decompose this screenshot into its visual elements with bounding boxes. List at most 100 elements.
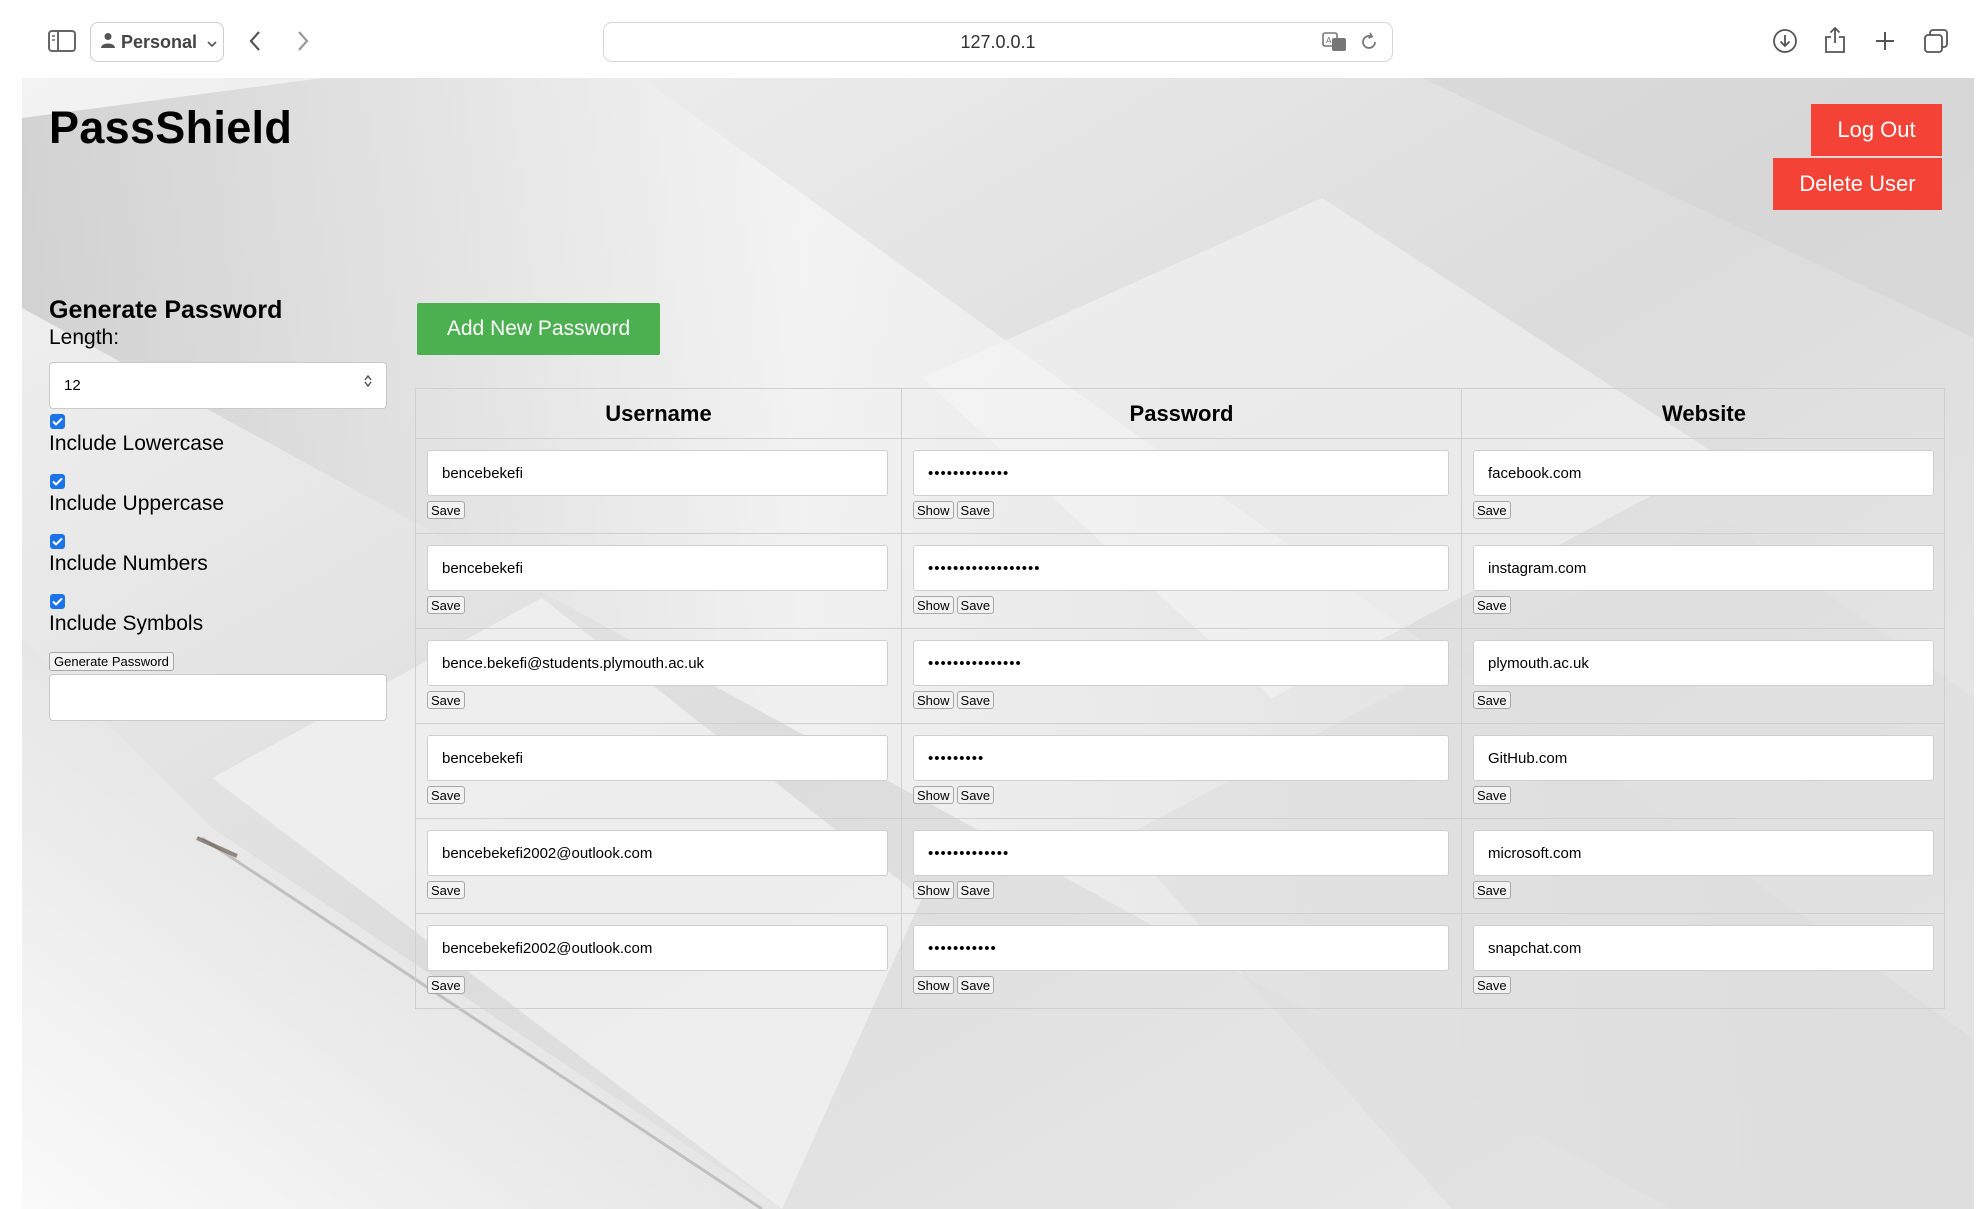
save-username-button[interactable]: Save	[427, 501, 465, 519]
website-input[interactable]: facebook.com	[1473, 450, 1934, 496]
password-input[interactable]: •••••••••••••	[913, 450, 1449, 496]
length-label: Length:	[49, 326, 120, 349]
length-input[interactable]: 12	[49, 362, 387, 409]
new-tab-icon[interactable]	[1870, 26, 1900, 56]
show-password-button[interactable]: Show	[913, 691, 954, 709]
password-table: Username Password Website bencebekefi Sa…	[415, 388, 1945, 1009]
checkbox-symbols[interactable]	[50, 594, 65, 609]
password-input[interactable]: •••••••••••••••	[913, 640, 1449, 686]
table-row: bencebekefi Save ••••••••• Show Save Git…	[416, 723, 1944, 818]
website-input[interactable]: snapchat.com	[1473, 925, 1934, 971]
header-username: Username	[605, 400, 712, 426]
show-password-button[interactable]: Show	[913, 596, 954, 614]
page-viewport: PassShield Log Out Delete User Generate …	[22, 78, 1974, 1209]
password-cell: ••••••••••••• Show Save	[901, 439, 1461, 533]
sidebar-toggle-icon[interactable]	[44, 26, 80, 56]
website-cell: snapchat.com Save	[1461, 914, 1946, 1008]
checkbox-uppercase[interactable]	[50, 474, 65, 489]
back-arrow-icon[interactable]	[240, 26, 270, 56]
table-row: bencebekefi2002@outlook.com Save •••••••…	[416, 913, 1944, 1008]
save-website-button[interactable]: Save	[1473, 691, 1511, 709]
username-cell: bencebekefi Save	[416, 534, 901, 628]
browser-toolbar: Personal 127.0.0.1 A	[0, 0, 1986, 78]
website-input[interactable]: microsoft.com	[1473, 830, 1934, 876]
save-password-button[interactable]: Save	[956, 596, 995, 614]
save-password-button[interactable]: Save	[956, 976, 995, 994]
forward-arrow-icon[interactable]	[288, 26, 318, 56]
app-title: PassShield	[49, 102, 293, 153]
save-password-button[interactable]: Save	[956, 691, 995, 709]
username-cell: bencebekefi Save	[416, 724, 901, 818]
username-input[interactable]: bencebekefi2002@outlook.com	[427, 925, 888, 971]
username-input[interactable]: bencebekefi	[427, 545, 888, 591]
tab-overview-icon[interactable]	[1920, 26, 1952, 56]
translate-icon[interactable]: A	[1322, 29, 1348, 55]
save-username-button[interactable]: Save	[427, 786, 465, 804]
generator-title: Generate Password	[49, 296, 283, 324]
save-website-button[interactable]: Save	[1473, 596, 1511, 614]
reload-icon[interactable]	[1356, 29, 1382, 55]
save-username-button[interactable]: Save	[427, 691, 465, 709]
generated-password-output[interactable]	[49, 674, 387, 721]
save-website-button[interactable]: Save	[1473, 976, 1511, 994]
table-row: bencebekefi2002@outlook.com Save •••••••…	[416, 818, 1944, 913]
website-cell: GitHub.com Save	[1461, 724, 1946, 818]
save-username-button[interactable]: Save	[427, 596, 465, 614]
username-cell: bencebekefi Save	[416, 439, 901, 533]
password-cell: ••••••••••••••• Show Save	[901, 629, 1461, 723]
username-cell: bencebekefi2002@outlook.com Save	[416, 914, 901, 1008]
checkbox-numbers[interactable]	[50, 534, 65, 549]
username-input[interactable]: bencebekefi	[427, 450, 888, 496]
profile-label: Personal	[121, 31, 198, 52]
length-stepper-icon[interactable]	[364, 375, 372, 387]
website-cell: microsoft.com Save	[1461, 819, 1946, 913]
username-input[interactable]: bencebekefi	[427, 735, 888, 781]
download-icon[interactable]	[1770, 26, 1800, 56]
show-password-button[interactable]: Show	[913, 976, 954, 994]
password-cell: ••••••••• Show Save	[901, 724, 1461, 818]
option-label: Include Symbols	[49, 612, 204, 635]
show-password-button[interactable]: Show	[913, 881, 954, 899]
website-input[interactable]: instagram.com	[1473, 545, 1934, 591]
save-website-button[interactable]: Save	[1473, 501, 1511, 519]
address-bar[interactable]: 127.0.0.1 A	[603, 22, 1393, 62]
password-input[interactable]: •••••••••••	[913, 925, 1449, 971]
website-cell: plymouth.ac.uk Save	[1461, 629, 1946, 723]
generate-password-button[interactable]: Generate Password	[49, 652, 174, 671]
save-password-button[interactable]: Save	[956, 501, 995, 519]
logout-button[interactable]: Log Out	[1811, 104, 1942, 156]
person-icon	[101, 32, 115, 53]
table-row: bencebekefi Save •••••••••••••••••• Show…	[416, 533, 1944, 628]
save-website-button[interactable]: Save	[1473, 786, 1511, 804]
delete-user-button[interactable]: Delete User	[1773, 158, 1942, 210]
password-input[interactable]: •••••••••	[913, 735, 1449, 781]
option-label: Include Lowercase	[49, 432, 225, 455]
table-header: Username Password Website	[416, 389, 1944, 438]
table-row: bence.bekefi@students.plymouth.ac.uk Sav…	[416, 628, 1944, 723]
website-cell: instagram.com Save	[1461, 534, 1946, 628]
option-label: Include Numbers	[49, 552, 208, 575]
website-input[interactable]: plymouth.ac.uk	[1473, 640, 1934, 686]
save-username-button[interactable]: Save	[427, 976, 465, 994]
share-icon[interactable]	[1820, 24, 1850, 56]
website-cell: facebook.com Save	[1461, 439, 1946, 533]
password-input[interactable]: ••••••••••••••••••	[913, 545, 1449, 591]
username-input[interactable]: bencebekefi2002@outlook.com	[427, 830, 888, 876]
username-cell: bence.bekefi@students.plymouth.ac.uk Sav…	[416, 629, 901, 723]
show-password-button[interactable]: Show	[913, 786, 954, 804]
website-input[interactable]: GitHub.com	[1473, 735, 1934, 781]
save-username-button[interactable]: Save	[427, 881, 465, 899]
url-text: 127.0.0.1	[960, 31, 1036, 52]
length-value: 12	[64, 377, 81, 394]
checkbox-lowercase[interactable]	[50, 414, 65, 429]
save-website-button[interactable]: Save	[1473, 881, 1511, 899]
show-password-button[interactable]: Show	[913, 501, 954, 519]
save-password-button[interactable]: Save	[956, 786, 995, 804]
password-input[interactable]: •••••••••••••	[913, 830, 1449, 876]
profile-button[interactable]: Personal	[90, 22, 224, 62]
add-new-password-button[interactable]: Add New Password	[417, 303, 660, 355]
chevron-down-icon	[207, 32, 217, 53]
username-input[interactable]: bence.bekefi@students.plymouth.ac.uk	[427, 640, 888, 686]
save-password-button[interactable]: Save	[956, 881, 995, 899]
option-label: Include Uppercase	[49, 492, 225, 515]
